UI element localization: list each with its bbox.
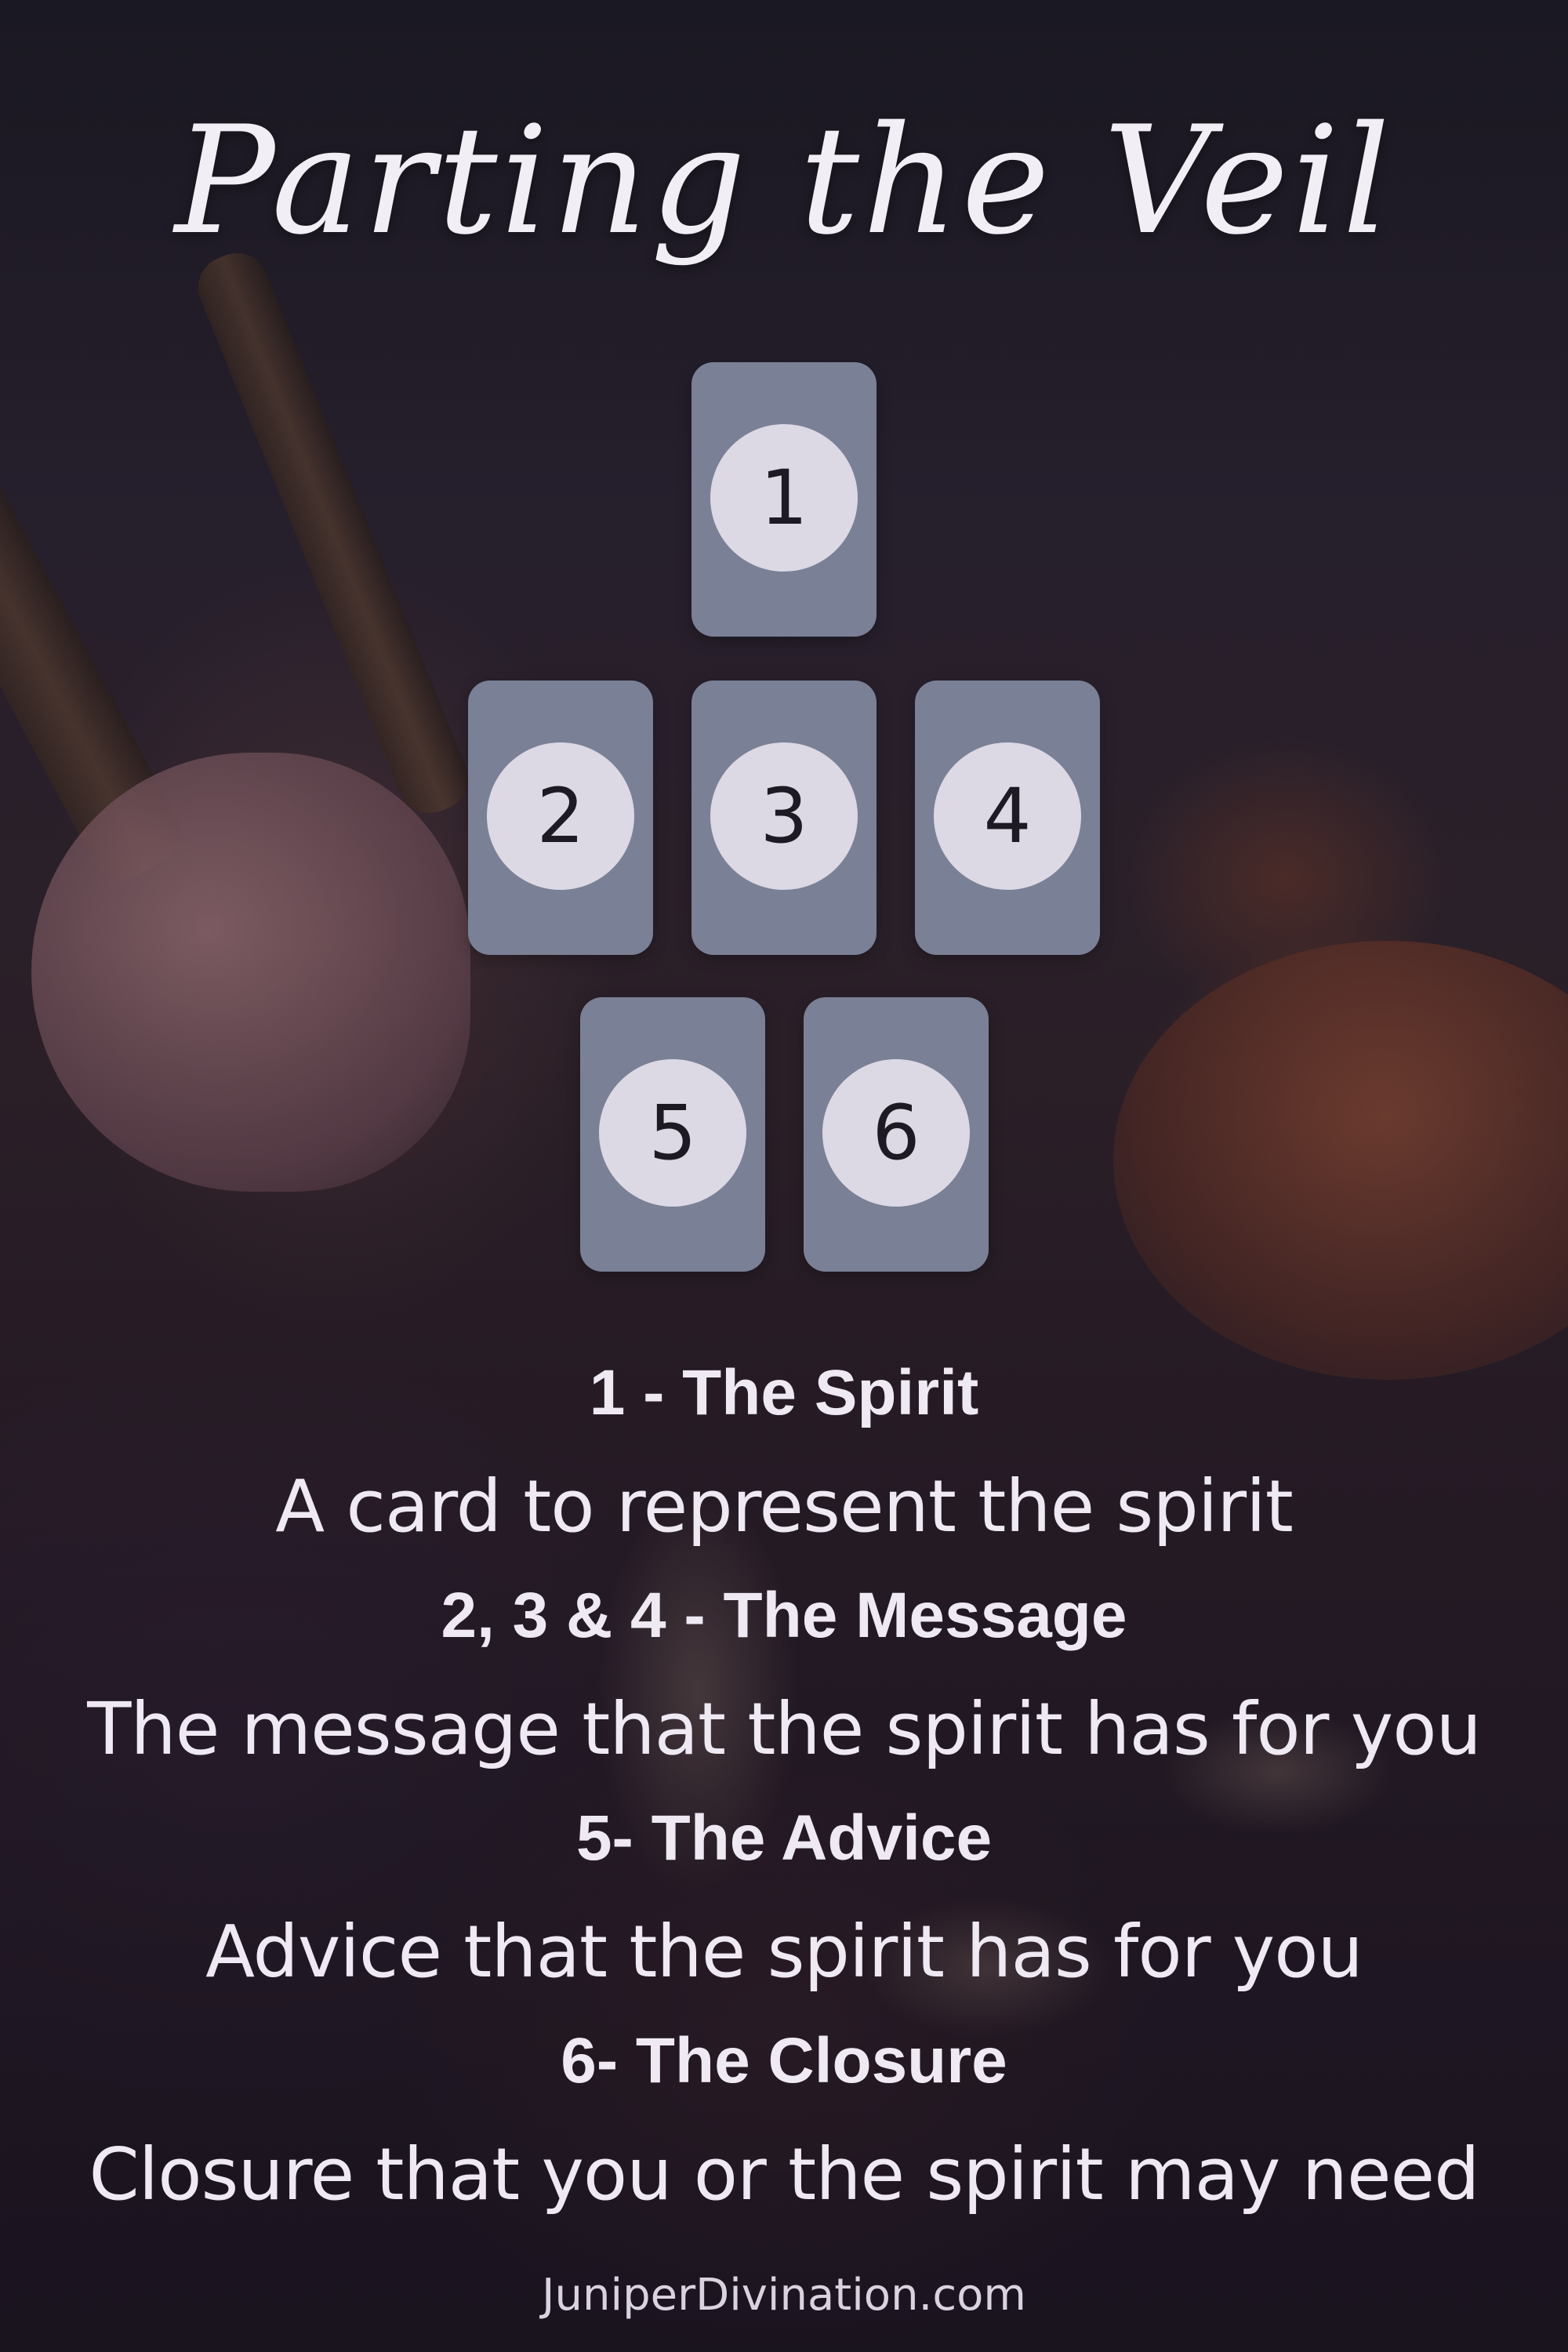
position-description-advice: Advice that the spirit has for you	[0, 1910, 1568, 1994]
position-heading-advice: 5- The Advice	[0, 1802, 1568, 1875]
position-description-message: The message that the spirit has for you	[0, 1687, 1568, 1771]
card-position-6: 6	[804, 997, 989, 1272]
card-position-1: 1	[691, 362, 877, 637]
card-position-4: 4	[915, 681, 1100, 955]
website-credit: JuniperDivination.com	[542, 2270, 1026, 2321]
position-heading-spirit: 1 - The Spirit	[0, 1356, 1568, 1430]
background-photo	[0, 0, 1568, 2352]
card-number-6: 6	[822, 1059, 970, 1207]
position-heading-closure: 6- The Closure	[0, 2024, 1568, 2098]
card-number-2: 2	[487, 742, 634, 890]
background-overlay	[0, 0, 1568, 2352]
position-heading: 2, 3 & 4 - The Message	[441, 1580, 1127, 1651]
position-heading: 6- The Closure	[561, 2025, 1007, 2096]
card-position-3: 3	[691, 681, 877, 955]
position-description-spirit: A card to represent the spirit	[0, 1465, 1568, 1548]
card-number-4: 4	[934, 742, 1081, 890]
card-position-5: 5	[580, 997, 765, 1272]
card-number-1: 1	[710, 424, 858, 572]
position-description: The message that the spirit has for you	[87, 1687, 1482, 1771]
card-position-2: 2	[468, 681, 653, 955]
position-heading: 5- The Advice	[575, 1802, 993, 1874]
position-description: Closure that you or the spirit may need	[89, 2132, 1479, 2216]
position-heading-message: 2, 3 & 4 - The Message	[0, 1579, 1568, 1653]
card-number-5: 5	[599, 1059, 746, 1207]
position-description: Advice that the spirit has for you	[205, 1910, 1363, 1994]
position-heading: 1 - The Spirit	[589, 1357, 979, 1428]
position-description-closure: Closure that you or the spirit may need	[0, 2132, 1568, 2216]
card-number-3: 3	[710, 742, 858, 890]
page-title: Parting the Veil	[174, 94, 1394, 267]
position-description: A card to represent the spirit	[275, 1465, 1294, 1548]
